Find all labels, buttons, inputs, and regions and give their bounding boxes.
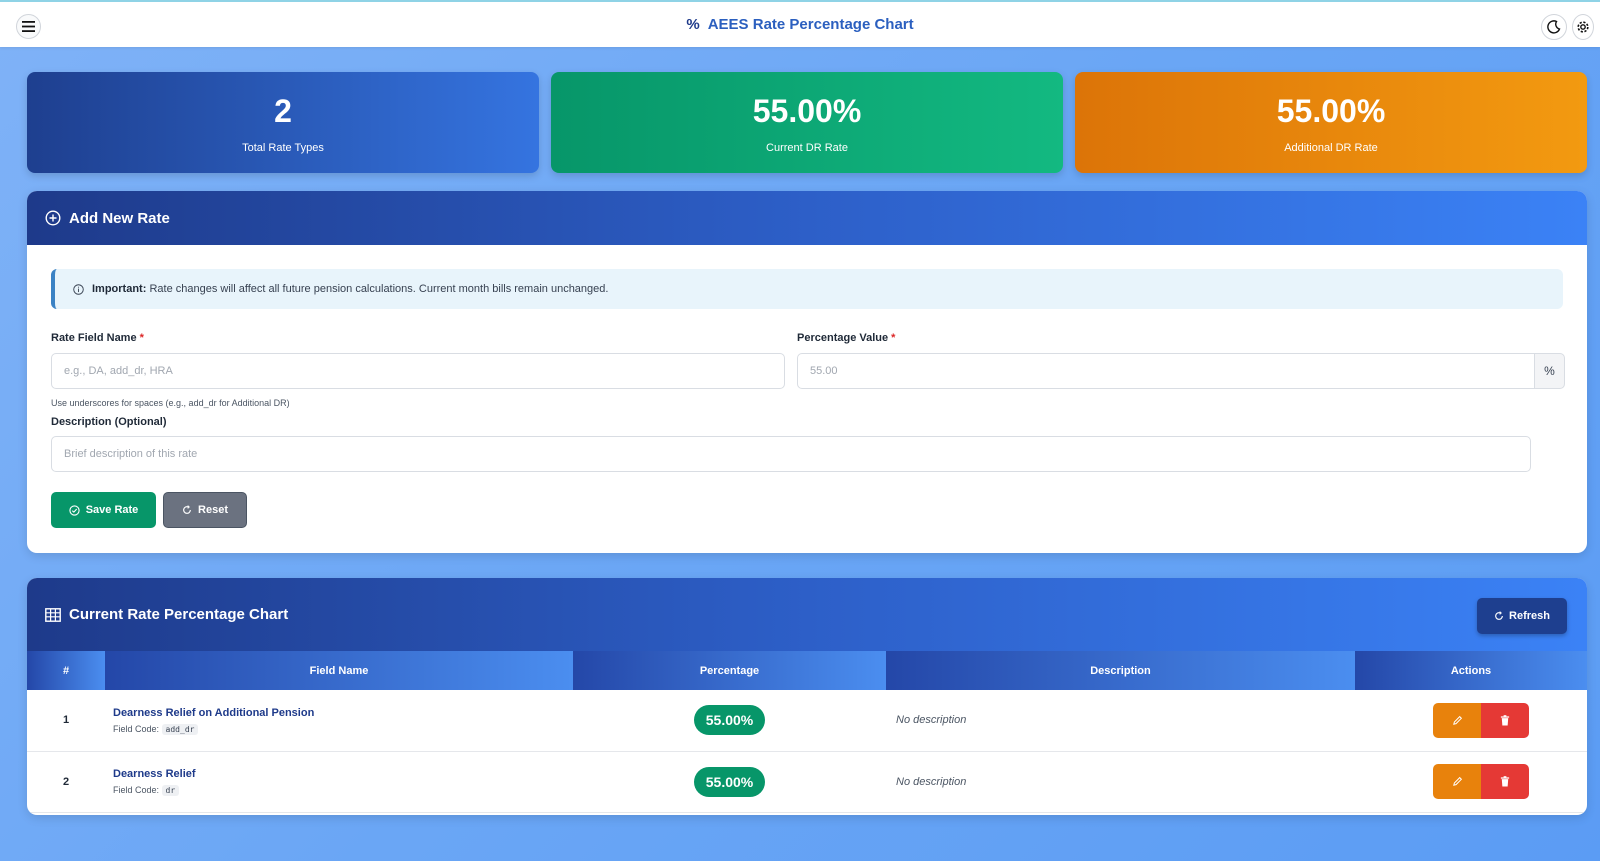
page-title: % AEES Rate Percentage Chart xyxy=(686,16,913,33)
reset-label: Reset xyxy=(198,504,228,516)
table-row: 1 Dearness Relief on Additional Pension … xyxy=(27,690,1587,752)
stat-value: 55.00% xyxy=(752,93,862,129)
field-code-prefix: Field Code: xyxy=(113,785,160,795)
field-code: Field Code: add_dr xyxy=(113,723,573,735)
stat-card-total-rate-types: 2 Total Rate Types xyxy=(27,72,539,173)
check-circle-icon xyxy=(69,504,80,516)
refresh-icon xyxy=(1495,611,1503,620)
delete-button[interactable] xyxy=(1481,702,1529,738)
reset-button[interactable]: Reset xyxy=(163,492,247,528)
top-bar: % AEES Rate Percentage Chart xyxy=(0,0,1600,47)
stat-label: Additional DR Rate xyxy=(1284,142,1378,154)
field-code-prefix: Field Code: xyxy=(113,723,160,734)
stat-value: 55.00% xyxy=(1276,93,1386,129)
percentage-cell: 55.00% xyxy=(573,690,886,752)
add-rate-title: Add New Rate xyxy=(69,209,170,227)
percentage-badge: 55.00% xyxy=(693,766,766,797)
row-index: 2 xyxy=(27,751,105,813)
actions-cell xyxy=(1355,751,1587,813)
rate-field-name-label: Rate Field Name * xyxy=(51,332,144,344)
alert-message: Rate changes will affect all future pens… xyxy=(149,283,609,295)
label-text: Rate Field Name xyxy=(51,332,137,344)
stat-value: 2 xyxy=(274,93,292,129)
column-header-index: # xyxy=(27,651,105,690)
column-header-actions: Actions xyxy=(1355,651,1587,690)
table-icon xyxy=(45,607,61,622)
field-name-cell: Dearness Relief Field Code: dr xyxy=(105,751,573,813)
stat-label: Current DR Rate xyxy=(766,142,848,154)
stat-card-current-dr-rate: 55.00% Current DR Rate xyxy=(551,72,1063,173)
rate-chart-header: Current Rate Percentage Chart Refresh xyxy=(27,578,1587,651)
percent-icon: % xyxy=(686,16,700,33)
row-index: 1 xyxy=(27,690,105,752)
description-input[interactable] xyxy=(51,436,1531,472)
percentage-value-label: Percentage Value * xyxy=(797,332,895,344)
percentage-badge: 55.00% xyxy=(693,705,766,736)
required-mark: * xyxy=(891,332,896,344)
save-rate-label: Save Rate xyxy=(85,504,139,516)
description-cell: No description xyxy=(886,690,1355,752)
rate-field-name-input[interactable] xyxy=(51,353,785,389)
column-header-description: Description xyxy=(886,651,1355,690)
rate-field-name-hint: Use underscores for spaces (e.g., add_dr… xyxy=(51,398,290,408)
page-title-text: AEES Rate Percentage Chart xyxy=(707,16,914,33)
stat-label: Total Rate Types xyxy=(242,142,324,154)
rate-chart-title: Current Rate Percentage Chart xyxy=(69,606,289,623)
refresh-label: Refresh xyxy=(1509,610,1550,622)
alert-strong: Important: xyxy=(92,283,147,295)
column-header-field-name: Field Name xyxy=(105,651,573,690)
percent-suffix: % xyxy=(1534,353,1565,389)
edit-button[interactable] xyxy=(1433,702,1481,738)
menu-icon xyxy=(22,21,35,32)
delete-button[interactable] xyxy=(1481,764,1529,799)
table-header-row: # Field Name Percentage Description Acti… xyxy=(27,651,1587,690)
menu-button[interactable] xyxy=(16,14,41,39)
percentage-cell: 55.00% xyxy=(573,751,886,813)
field-name-cell: Dearness Relief on Additional Pension Fi… xyxy=(105,690,573,752)
column-header-percentage: Percentage xyxy=(573,651,886,690)
label-text: Percentage Value xyxy=(797,332,889,344)
rate-table: # Field Name Percentage Description Acti… xyxy=(27,651,1587,813)
field-code: Field Code: dr xyxy=(113,785,573,796)
theme-toggle-button[interactable] xyxy=(1541,14,1567,40)
alert-text: Important: Rate changes will affect all … xyxy=(92,283,608,295)
pencil-icon xyxy=(1452,715,1462,725)
field-code-value: dr xyxy=(161,785,180,796)
important-alert: Important: Rate changes will affect all … xyxy=(51,269,1563,309)
stat-card-additional-dr-rate: 55.00% Additional DR Rate xyxy=(1075,72,1587,173)
refresh-icon xyxy=(183,505,191,514)
field-name: Dearness Relief xyxy=(113,768,196,780)
table-row: 2 Dearness Relief Field Code: dr 55.00% … xyxy=(27,751,1587,813)
settings-button[interactable] xyxy=(1572,14,1594,40)
plus-circle-icon xyxy=(45,210,61,226)
required-mark: * xyxy=(139,332,144,344)
field-code-value: add_dr xyxy=(161,723,199,735)
description-label: Description (Optional) xyxy=(51,416,167,428)
gear-icon xyxy=(1577,21,1589,33)
trash-icon xyxy=(1500,776,1510,787)
trash-icon xyxy=(1500,714,1510,726)
pencil-icon xyxy=(1452,776,1462,786)
actions-cell xyxy=(1355,690,1587,752)
description-cell: No description xyxy=(886,751,1355,813)
moon-icon xyxy=(1547,20,1561,34)
edit-button[interactable] xyxy=(1433,764,1481,799)
add-rate-panel: Add New Rate Important: Rate changes wil… xyxy=(27,191,1587,553)
info-icon xyxy=(73,283,84,295)
field-name: Dearness Relief on Additional Pension xyxy=(113,706,315,719)
add-rate-header: Add New Rate xyxy=(27,191,1587,245)
refresh-button[interactable]: Refresh xyxy=(1477,598,1567,634)
save-rate-button[interactable]: Save Rate xyxy=(51,492,156,528)
percentage-value-input[interactable] xyxy=(797,353,1535,389)
rate-chart-panel: Current Rate Percentage Chart Refresh # … xyxy=(27,578,1587,815)
